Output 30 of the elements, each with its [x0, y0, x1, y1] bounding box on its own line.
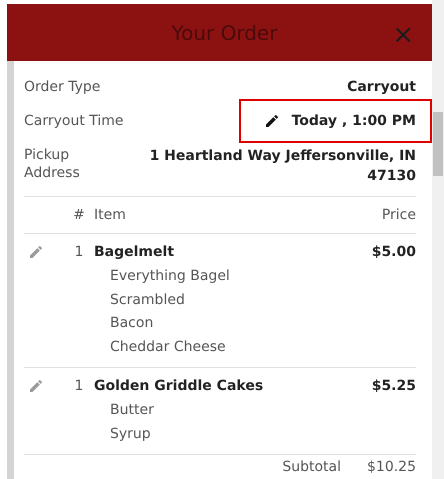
scrollbar-thumb[interactable] — [433, 112, 443, 176]
subtotal-label: Subtotal — [282, 458, 341, 476]
quantity: 1 — [74, 243, 84, 262]
column-header: # — [72, 206, 86, 224]
item-modifier: Butter — [109, 401, 155, 420]
edit-icon[interactable] — [28, 378, 44, 394]
pencil-icon[interactable] — [264, 113, 280, 129]
detail-label: Pickup Address — [24, 146, 81, 182]
item-modifier: Scrambled — [109, 290, 186, 310]
subtotal-value: $10.25 — [367, 458, 416, 476]
detail-label: Carryout Time — [24, 112, 124, 130]
column-header: Item — [94, 206, 127, 224]
item-name: Bagelmelt — [94, 243, 176, 262]
item-modifier: Syrup — [109, 424, 152, 444]
dialog-title: Your Order — [172, 20, 278, 47]
column-header: Price — [382, 206, 416, 224]
item-modifier: Cheddar Cheese — [109, 338, 227, 356]
quantity: 1 — [74, 377, 84, 396]
detail-value: Today , 1:00 PM — [292, 112, 416, 130]
detail-value: 1 Heartland Way Jeffersonville, IN 47130 — [148, 147, 416, 186]
item-modifier: Everything Bagel — [109, 267, 231, 286]
item-name: Golden Griddle Cakes — [94, 377, 264, 396]
item-price: $5.25 — [372, 377, 416, 396]
item-price: $5.00 — [372, 243, 416, 262]
detail-label: Order Type — [24, 78, 100, 96]
item-modifier: Bacon — [109, 314, 154, 333]
scrollbar[interactable] — [432, 0, 444, 479]
edit-icon[interactable] — [28, 244, 44, 260]
detail-value: Carryout — [347, 78, 416, 96]
close-button[interactable]: × — [388, 20, 418, 50]
